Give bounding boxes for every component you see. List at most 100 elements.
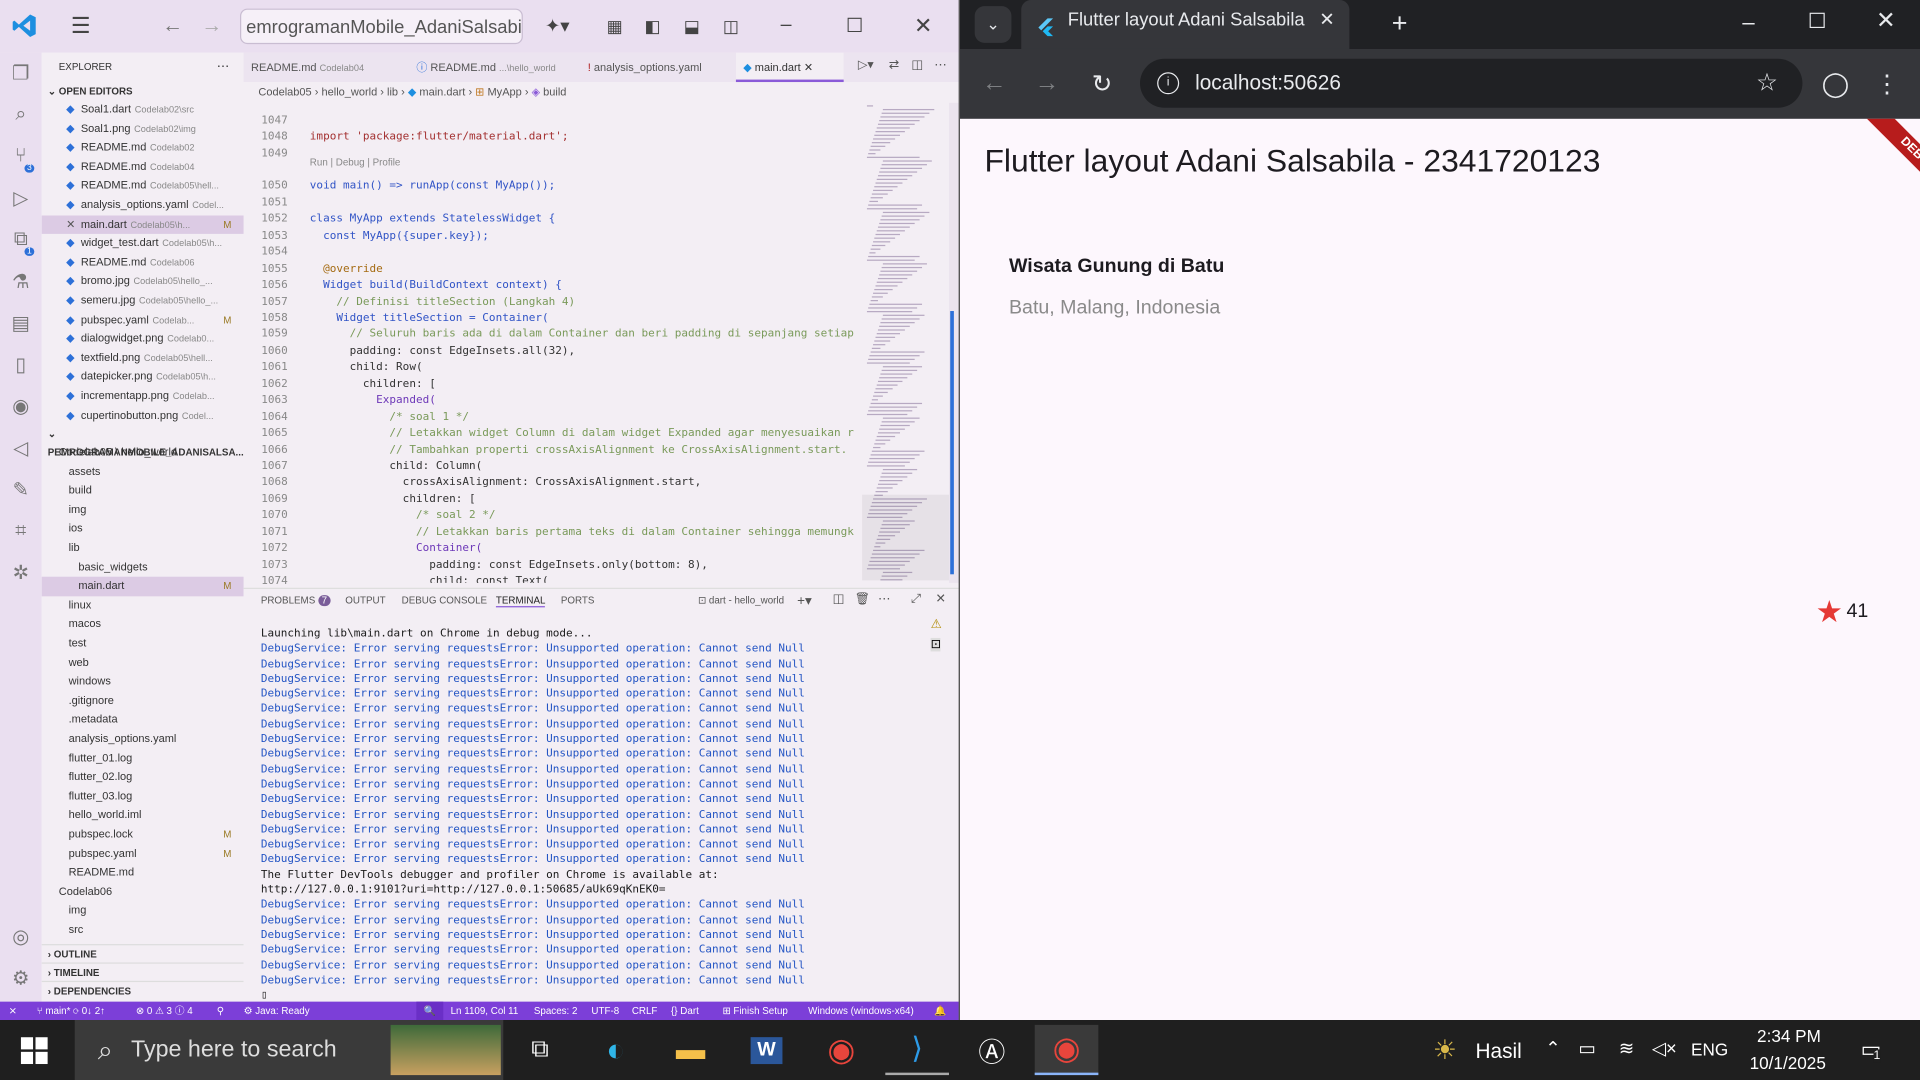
tree-item[interactable]: pubspec.lock M <box>42 825 244 844</box>
warning-icon[interactable]: ⚠ <box>931 618 942 631</box>
terminal-output[interactable]: Launching lib\main.dart on Chrome in deb… <box>261 627 916 1003</box>
menu-icon[interactable]: ☰ <box>67 13 94 37</box>
port-icon[interactable]: ⚲ <box>217 1002 224 1020</box>
tree-item[interactable]: assets <box>42 462 244 481</box>
toggle-secondary-sidebar-icon[interactable]: ◫ <box>719 13 743 37</box>
dependencies-header[interactable]: › DEPENDENCIES <box>41 980 244 999</box>
copilot-icon[interactable]: ✦▾ <box>539 12 576 39</box>
close-icon[interactable]: ✕ <box>66 215 75 234</box>
code-line[interactable]: child: const Text( <box>310 576 548 583</box>
open-editor-item[interactable]: ◆ README.md Codelab04 <box>42 158 244 177</box>
terminal-session[interactable]: ⊡ dart - hello_world <box>698 595 784 606</box>
editor-more-icon[interactable]: ⋯ <box>932 59 949 72</box>
code-line[interactable]: // Tambahkan properti crossAxisAlignment… <box>310 444 847 456</box>
edge-icon[interactable]: ◐ <box>584 1025 648 1075</box>
star-icon[interactable]: ★ <box>1813 595 1845 629</box>
code-line[interactable]: Container( <box>310 543 482 555</box>
tree-item[interactable]: main.dart M <box>41 577 244 597</box>
close-tab-icon[interactable]: ✕ <box>1319 0 1334 40</box>
tree-item[interactable]: ios <box>42 520 244 539</box>
clock-time[interactable]: 2:34 PM <box>1753 1026 1824 1046</box>
maximize-icon[interactable]: ☐ <box>842 13 866 37</box>
remote-icon[interactable]: ⨯ <box>9 1002 17 1020</box>
branch-status[interactable]: ⑂ main* ⟳ 0↓ 2↑ <box>37 1002 105 1020</box>
open-editor-item[interactable]: ◆ widget_test.dart Codelab05\h... <box>42 234 244 253</box>
compare-icon[interactable]: ⇄ <box>885 59 902 72</box>
forward-arrow-icon[interactable]: → <box>200 13 224 37</box>
code-line[interactable]: child: Row( <box>310 362 423 374</box>
weather-icon[interactable]: ☀ <box>1429 1035 1461 1067</box>
new-terminal-icon[interactable]: +▾ <box>797 593 812 609</box>
forward-icon[interactable]: → <box>1033 69 1060 97</box>
code-line[interactable]: padding: const EdgeInsets.all(32), <box>310 345 576 357</box>
scrollbar-thumb[interactable] <box>950 311 954 575</box>
code-editor[interactable]: Run | Debug | Profile import 'package:fl… <box>294 103 860 583</box>
open-editor-item[interactable]: ◆ Soal1.png Codelab02\img <box>42 120 244 139</box>
code-line[interactable]: Widget titleSection = Container( <box>310 312 548 324</box>
language-mode[interactable]: {} Dart <box>671 1002 699 1020</box>
profile-icon[interactable]: ◯ <box>1821 69 1850 98</box>
indentation[interactable]: Spaces: 2 <box>534 1002 578 1020</box>
timeline-header[interactable]: › TIMELINE <box>41 962 244 980</box>
tree-item[interactable]: build <box>42 482 244 501</box>
split-editor-icon[interactable]: ◫ <box>909 59 926 72</box>
open-editor-item[interactable]: ◆ Soal1.dart Codelab02\src <box>42 100 244 119</box>
run-debug-icon[interactable]: ▷ <box>0 178 42 220</box>
vscode-icon[interactable]: ⟩ <box>885 1025 949 1076</box>
minimize-icon[interactable]: – <box>774 13 798 37</box>
language-indicator[interactable]: ENG <box>1691 1040 1728 1060</box>
workspace-header[interactable]: ⌄ PEMROGRAMANMOBILE_ADANISALSA... <box>42 425 244 458</box>
code-line[interactable]: const MyApp({super.key}); <box>310 230 489 242</box>
breadcrumb-item[interactable]: build <box>543 86 566 98</box>
app-store-icon[interactable]: Ⓐ <box>960 1025 1024 1075</box>
open-editor-item[interactable]: ◆ README.md Codelab06 <box>42 253 244 272</box>
notifications-icon[interactable]: 🔔 <box>934 1002 946 1020</box>
tab-terminal[interactable]: TERMINAL <box>495 595 546 608</box>
draw-icon[interactable]: ✎ <box>0 469 42 511</box>
device-selector[interactable]: Windows (windows-x64) <box>808 1002 914 1020</box>
code-line[interactable]: void main() => runApp(const MyApp()); <box>310 180 555 192</box>
open-editors-header[interactable]: ⌄ OPEN EDITORS <box>42 82 244 100</box>
source-control-icon[interactable]: ⑂ 3 <box>0 136 42 178</box>
code-line[interactable]: import 'package:flutter/material.dart'; <box>310 132 569 144</box>
testing-icon[interactable]: ⚗ <box>0 261 42 303</box>
flutter-icon[interactable]: ◁ <box>0 427 42 469</box>
weather-text[interactable]: Hasil <box>1476 1040 1522 1064</box>
maximize-icon[interactable]: ☐ <box>1805 10 1829 34</box>
encoding[interactable]: UTF-8 <box>591 1002 619 1020</box>
tree-item[interactable]: src <box>42 921 244 940</box>
cursor-position[interactable]: Ln 1109, Col 11 <box>451 1002 519 1020</box>
minimize-icon[interactable]: – <box>1736 9 1760 34</box>
close-panel-icon[interactable]: ✕ <box>936 593 946 606</box>
tree-item[interactable]: .gitignore <box>42 692 244 711</box>
tree-item[interactable]: README.md <box>42 863 244 882</box>
editor-scrollbar[interactable] <box>948 102 959 583</box>
open-editor-item[interactable]: ✕ main.dart Codelab05\h... M <box>41 214 244 235</box>
github-icon[interactable]: ◉ <box>0 386 42 428</box>
breadcrumb-item[interactable]: hello_world <box>321 86 377 98</box>
tree-item[interactable]: pubspec.yaml M <box>42 844 244 863</box>
run-dropdown-icon[interactable]: ▷▾ <box>852 59 879 72</box>
breadcrumb-item[interactable]: Codelab05 <box>258 86 311 98</box>
code-line[interactable]: Expanded( <box>310 395 436 407</box>
tree-item[interactable]: flutter_03.log <box>42 787 244 806</box>
tree-item[interactable]: img <box>42 501 244 520</box>
eol[interactable]: CRLF <box>632 1002 658 1020</box>
trash-icon[interactable]: 🗑 <box>855 593 871 606</box>
task-view-icon[interactable]: ⧉ <box>508 1025 572 1075</box>
open-editor-item[interactable]: ◆ README.md Codelab02 <box>42 139 244 158</box>
tab-readme-codelab04[interactable]: README.md Codelab04 <box>244 53 397 82</box>
explorer-icon[interactable]: ❐ <box>0 53 42 95</box>
breadcrumb-item[interactable]: lib <box>387 86 398 98</box>
problems-status[interactable]: ⊗ 0 ⚠ 3 ⓘ 4 <box>136 1002 193 1020</box>
maximize-panel-icon[interactable]: ⤢ <box>911 593 921 606</box>
close-window-icon[interactable]: ✕ <box>1873 7 1897 34</box>
zoom-icon[interactable]: 🔍 <box>416 1001 444 1021</box>
tree-item[interactable]: web <box>42 653 244 672</box>
tab-analysis-options[interactable]: ! analysis_options.yaml <box>580 53 727 82</box>
tree-item[interactable]: test <box>42 634 244 653</box>
minimap[interactable] <box>862 102 951 583</box>
open-editor-item[interactable]: ◆ datepicker.png Codelab05\h... <box>42 368 244 387</box>
wifi-icon[interactable]: ≋ <box>1619 1037 1634 1059</box>
code-line[interactable]: // Seluruh baris ada di dalam Container … <box>310 329 854 341</box>
